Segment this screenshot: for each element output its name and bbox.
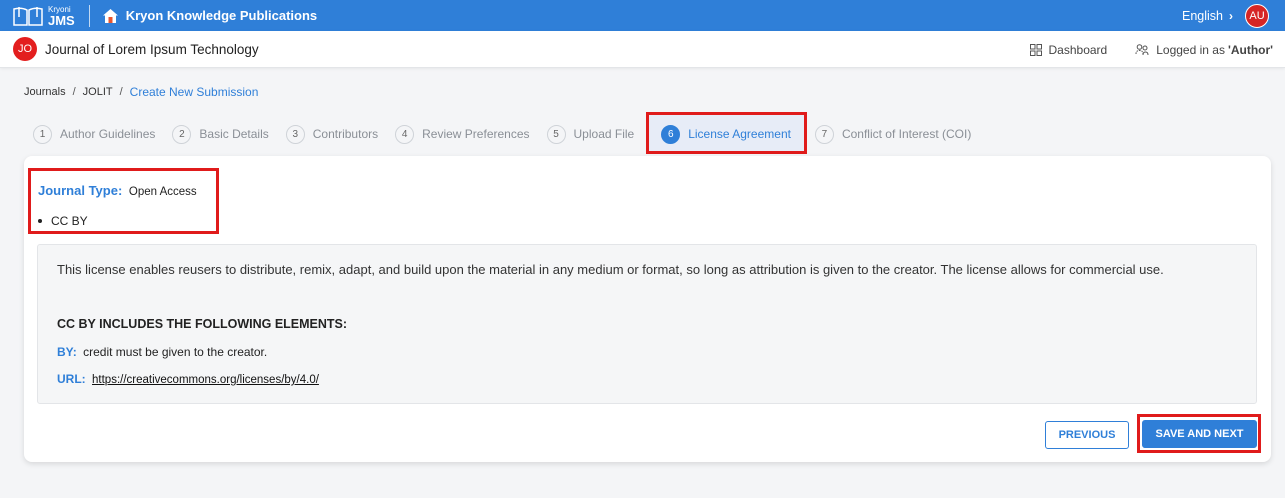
publisher-name[interactable]: Kryon Knowledge Publications [126, 8, 317, 23]
license-description: This license enables reusers to distribu… [57, 262, 1164, 277]
submission-steps: 1 Author Guidelines 2 Basic Details 3 Co… [33, 124, 988, 144]
language-label: English [1182, 8, 1223, 23]
step-conflict-of-interest[interactable]: 7 Conflict of Interest (COI) [814, 124, 972, 144]
by-label: BY: [57, 345, 77, 359]
step-label: Review Preferences [422, 127, 530, 141]
chevron-right-icon: › [1229, 8, 1233, 23]
breadcrumb-current: Create New Submission [129, 85, 259, 99]
step-contributors[interactable]: 3 Contributors [285, 124, 379, 144]
step-label: Author Guidelines [60, 127, 156, 141]
journal-title: Journal of Lorem Ipsum Technology [45, 41, 259, 57]
user-avatar[interactable]: AU [1245, 3, 1269, 28]
bullet-dot [38, 219, 42, 223]
journal-header: JO Journal of Lorem Ipsum Technology Das… [0, 31, 1285, 68]
by-element: BY: credit must be given to the creator. [57, 345, 267, 359]
by-text: credit must be given to the creator. [83, 345, 268, 359]
breadcrumb-separator: / [119, 86, 123, 98]
step-label: Basic Details [199, 127, 269, 141]
logged-role: 'Author' [1227, 42, 1273, 57]
brand-big-text: JMS [48, 13, 75, 28]
dashboard-link[interactable]: Dashboard [1029, 42, 1108, 57]
step-number: 4 [395, 124, 415, 144]
save-and-next-button[interactable]: SAVE AND NEXT [1142, 420, 1257, 448]
breadcrumb-journals[interactable]: Journals [24, 86, 66, 98]
step-label: Upload File [573, 127, 635, 141]
step-number: 1 [33, 124, 52, 144]
home-icon[interactable] [102, 8, 119, 24]
brand-logo[interactable]: Kryoni JMS [12, 0, 75, 31]
breadcrumb: Journals / JOLIT / Create New Submission [24, 85, 258, 99]
step-number: 7 [814, 124, 834, 144]
step-number: 3 [285, 124, 305, 144]
divider [88, 4, 90, 27]
logged-in-indicator: Logged in as 'Author' [1135, 43, 1273, 57]
step-label: Contributors [312, 127, 379, 141]
url-element: URL: https://creativecommons.org/license… [57, 372, 319, 386]
breadcrumb-jolit[interactable]: JOLIT [83, 86, 113, 98]
step-license-agreement[interactable]: 6 License Agreement [661, 124, 791, 144]
step-number: 6 [661, 124, 681, 144]
license-list-item: CC BY [38, 214, 88, 228]
step-label: License Agreement [688, 127, 791, 141]
book-icon [13, 6, 43, 26]
journal-type: Journal Type: Open Access [38, 183, 197, 198]
includes-heading: CC BY INCLUDES THE FOLLOWING ELEMENTS: [57, 317, 348, 331]
journal-type-value: Open Access [128, 186, 197, 198]
users-icon [1135, 43, 1149, 55]
grid-icon [1029, 43, 1042, 56]
previous-button[interactable]: PREVIOUS [1045, 421, 1129, 449]
step-number: 2 [172, 124, 192, 144]
step-basic-details[interactable]: 2 Basic Details [172, 124, 269, 144]
breadcrumb-separator: / [72, 86, 76, 98]
step-upload-file[interactable]: 5 Upload File [546, 124, 635, 144]
step-review-preferences[interactable]: 4 Review Preferences [395, 124, 530, 144]
license-name: CC BY [51, 214, 88, 228]
dashboard-label: Dashboard [1048, 42, 1108, 57]
url-label: URL: [57, 372, 86, 386]
top-bar: Kryoni JMS Kryon Knowledge Publications … [0, 0, 1285, 31]
journal-avatar: JO [13, 37, 37, 61]
journal-type-label: Journal Type: [38, 183, 123, 198]
language-selector[interactable]: English › [1182, 9, 1233, 23]
step-label: Conflict of Interest (COI) [841, 127, 972, 141]
step-author-guidelines[interactable]: 1 Author Guidelines [33, 124, 155, 144]
step-number: 5 [546, 124, 566, 144]
license-url-link[interactable]: https://creativecommons.org/licenses/by/… [92, 374, 319, 386]
logged-prefix: Logged in as [1156, 42, 1225, 57]
